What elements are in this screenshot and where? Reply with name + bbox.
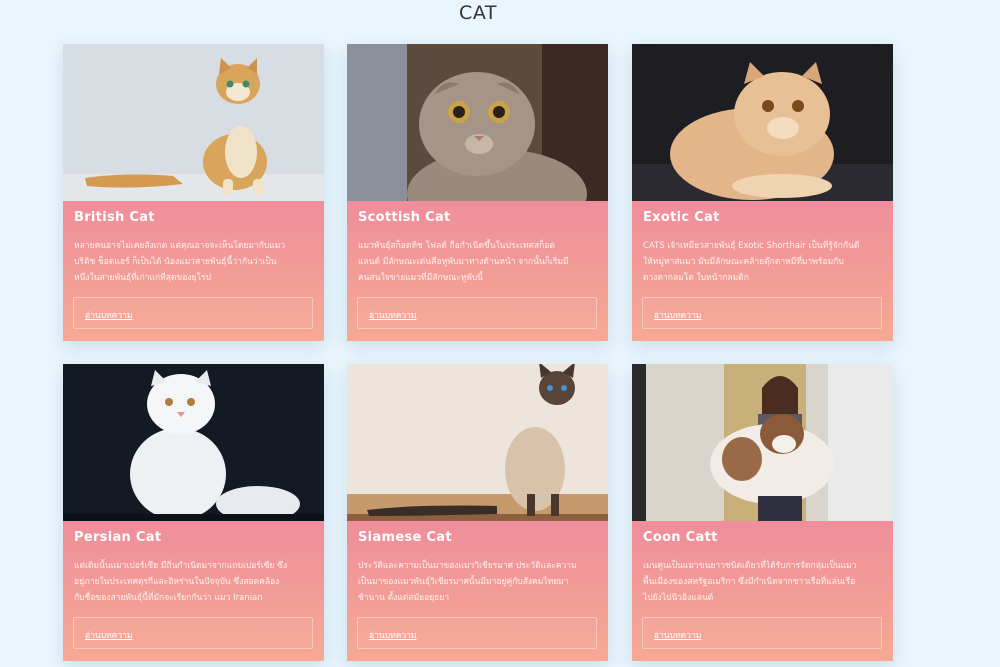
page-title: CAT [459, 2, 497, 24]
read-article-button[interactable]: อ่านบทความ [357, 617, 597, 649]
card-title: Coon Catt [643, 530, 718, 545]
card-description: เมนคูนเป็นแมวขนยาวชนิดเดียวที่ได้รับการจ… [643, 561, 857, 603]
read-article-label: อ่านบทความ [369, 631, 417, 641]
read-article-button[interactable]: อ่านบทความ [642, 297, 882, 329]
cat-card-scottish: Scottish Cat แมวพันธุ์สก็อตทิช โฟลด์ ถือ… [347, 44, 608, 341]
card-title: Persian Cat [74, 530, 162, 545]
card-title: British Cat [74, 210, 155, 225]
card-description: แมวพันธุ์สก็อตทิช โฟลด์ ถือกำเนิดขึ้นในป… [358, 241, 569, 283]
card-title: Siamese Cat [358, 530, 452, 545]
scottish-cat-photo [347, 44, 608, 201]
card-title: Exotic Cat [643, 210, 720, 225]
cat-card-grid: British Cat หลายคนอาจไม่เคยสังเกต แต่คุณ… [63, 44, 895, 667]
british-cat-photo [63, 44, 324, 201]
cat-card-coon: Coon Catt เมนคูนเป็นแมวขนยาวชนิดเดียวที่… [632, 364, 893, 661]
card-description: ประวัติและความเป็นมาของแมววิเชียรมาศ ประ… [358, 561, 577, 603]
card-description: แต่เดิมนั้นแมวเปอร์เซีย มีถิ่นกำเนิดมาจา… [74, 561, 288, 603]
card-description: หลายคนอาจไม่เคยสังเกต แต่คุณอาจจะเห็นโดย… [74, 241, 286, 283]
cat-card-persian: Persian Cat แต่เดิมนั้นแมวเปอร์เซีย มีถิ… [63, 364, 324, 661]
siamese-cat-photo [347, 364, 608, 521]
coon-cat-photo [632, 364, 893, 521]
read-article-label: อ่านบทความ [85, 631, 133, 641]
read-article-label: อ่านบทความ [654, 311, 702, 321]
read-article-label: อ่านบทความ [369, 311, 417, 321]
read-article-button[interactable]: อ่านบทความ [73, 617, 313, 649]
cat-card-exotic: Exotic Cat CATS เจ้าเหมียวสายพันธุ์ Exot… [632, 44, 893, 341]
read-article-button[interactable]: อ่านบทความ [357, 297, 597, 329]
read-article-button[interactable]: อ่านบทความ [642, 617, 882, 649]
read-article-label: อ่านบทความ [654, 631, 702, 641]
cat-card-british: British Cat หลายคนอาจไม่เคยสังเกต แต่คุณ… [63, 44, 324, 341]
read-article-label: อ่านบทความ [85, 311, 133, 321]
card-title: Scottish Cat [358, 210, 451, 225]
read-article-button[interactable]: อ่านบทความ [73, 297, 313, 329]
exotic-cat-photo [632, 44, 893, 201]
cat-card-siamese: Siamese Cat ประวัติและความเป็นมาของแมววิ… [347, 364, 608, 661]
card-description: CATS เจ้าเหมียวสายพันธุ์ Exotic Shorthai… [643, 241, 860, 283]
persian-cat-photo [63, 364, 324, 521]
